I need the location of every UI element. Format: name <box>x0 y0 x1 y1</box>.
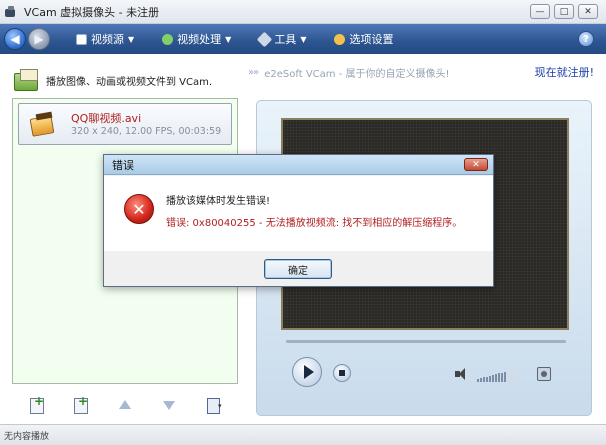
stop-button[interactable] <box>333 364 351 382</box>
media-files-icon <box>12 69 40 91</box>
minimize-button[interactable]: — <box>530 4 550 19</box>
left-panel-header: 播放图像、动画或视频文件到 VCam. <box>12 62 242 98</box>
volume-bar <box>504 371 506 382</box>
menu-video-source-label: 视频源 <box>91 33 124 46</box>
error-message: 播放该媒体时发生错误! <box>166 196 271 207</box>
add-file-icon[interactable] <box>28 394 46 414</box>
dialog-body: ✕ 播放该媒体时发生错误! 错误: 0x80040255 - 无法播放视频流: … <box>104 176 493 251</box>
video-file-icon <box>29 111 55 137</box>
main-toolbar: ◀ ▶ 视频源 ▼ 视频处理 ▼ 工具 ▼ 选项设置 ? <box>0 24 606 54</box>
seek-bar[interactable] <box>286 340 566 343</box>
menu-video-source[interactable]: 视频源 ▼ <box>76 31 134 47</box>
forward-arrow-icon[interactable]: ▶ <box>28 28 50 50</box>
menu-video-process[interactable]: 视频处理 ▼ <box>162 31 231 47</box>
speaker-icon[interactable] <box>455 368 467 380</box>
volume-bar <box>501 372 503 382</box>
help-icon[interactable]: ? <box>578 31 594 47</box>
volume-slider[interactable] <box>477 368 519 382</box>
volume-bar <box>510 370 512 382</box>
menu-video-process-label: 视频处理 <box>177 33 222 46</box>
video-process-icon <box>162 33 174 45</box>
close-window-button[interactable]: ✕ <box>578 4 598 19</box>
menu-settings[interactable]: 选项设置 <box>334 31 393 47</box>
error-detail: 错误: 0x80040255 - 无法播放视频流: 找不到相应的解压缩程序。 <box>166 218 463 229</box>
volume-bar <box>507 371 509 382</box>
file-meta: 320 x 240, 12.00 FPS, 00:03:59 <box>71 126 222 137</box>
video-source-icon <box>76 33 87 45</box>
left-panel-description: 播放图像、动画或视频文件到 VCam. <box>46 76 213 88</box>
snapshot-icon[interactable] <box>537 367 551 381</box>
volume-bar <box>489 375 491 382</box>
volume-bar <box>486 376 488 382</box>
dialog-footer: 确定 <box>104 251 493 286</box>
ok-button[interactable]: 确定 <box>264 259 332 279</box>
volume-bar <box>513 369 515 382</box>
register-link[interactable]: 现在就注册! <box>535 64 594 80</box>
maximize-button[interactable]: □ <box>554 4 574 19</box>
move-up-icon[interactable] <box>116 396 134 414</box>
menu-settings-label: 选项设置 <box>349 33 394 46</box>
dialog-title: 错误 <box>112 158 134 172</box>
product-banner: e2eSoft VCam - 属于你的自定义摄像头! <box>264 68 450 80</box>
window-title: VCam 虚拟摄像头 - 未注册 <box>24 5 160 19</box>
vcam-app-icon <box>4 5 18 19</box>
chevron-down-icon: ▼ <box>225 34 232 44</box>
menu-bar: 视频源 ▼ 视频处理 ▼ 工具 ▼ 选项设置 <box>76 31 421 47</box>
move-down-icon[interactable] <box>160 396 178 414</box>
volume-bar <box>516 368 518 382</box>
volume-bar <box>498 373 500 382</box>
error-dialog: 错误 ✕ ✕ 播放该媒体时发生错误! 错误: 0x80040255 - 无法播放… <box>103 154 494 287</box>
window-controls: — □ ✕ <box>530 4 598 19</box>
volume-bar <box>477 379 479 382</box>
dialog-title-bar: 错误 ✕ <box>104 155 493 175</box>
status-text: 无内容播放 <box>4 431 50 442</box>
tools-icon <box>257 31 273 47</box>
play-button[interactable] <box>292 357 322 387</box>
volume-bar <box>495 374 497 382</box>
list-item[interactable]: QQ聊视频.avi 320 x 240, 12.00 FPS, 00:03:59 <box>18 103 232 145</box>
volume-bar <box>480 378 482 382</box>
title-bar: VCam 虚拟摄像头 - 未注册 — □ ✕ <box>0 0 606 24</box>
menu-tools-label: 工具 <box>274 33 297 46</box>
back-arrow-icon[interactable]: ◀ <box>4 28 26 50</box>
error-icon: ✕ <box>124 194 154 224</box>
status-bar: 无内容播放 <box>0 424 606 445</box>
chevron-down-icon: ▼ <box>128 34 135 44</box>
dialog-close-button[interactable]: ✕ <box>464 158 488 171</box>
volume-bar <box>483 377 485 382</box>
settings-icon <box>334 33 346 45</box>
double-arrow-icon: »» <box>248 66 259 78</box>
menu-tools[interactable]: 工具 ▼ <box>257 31 307 47</box>
volume-bar <box>492 375 494 382</box>
add-folder-icon[interactable] <box>72 394 90 414</box>
chevron-down-icon: ▼ <box>300 34 307 44</box>
list-toolbar <box>20 394 230 416</box>
file-name: QQ聊视频.avi <box>71 112 142 125</box>
list-options-icon[interactable] <box>204 396 222 414</box>
